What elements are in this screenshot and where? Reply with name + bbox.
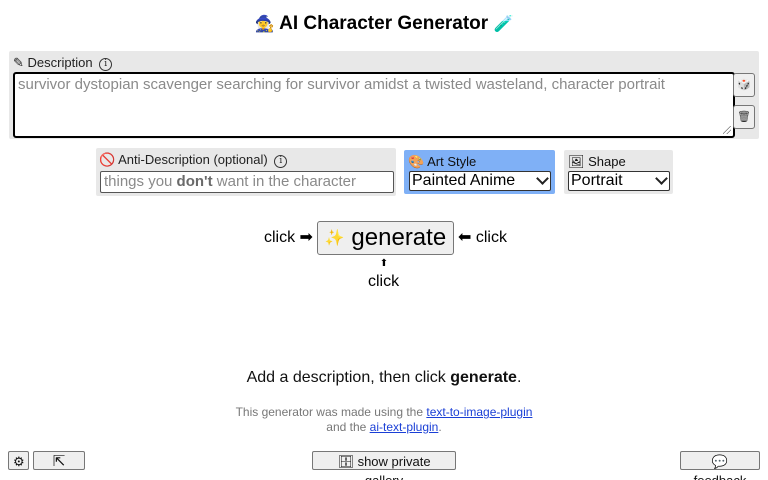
- flask-icon: 🧪: [493, 16, 514, 33]
- no-entry-icon: 🚫: [99, 152, 116, 167]
- chevron-down-icon: [655, 172, 668, 185]
- page-title: 🧙‍♀ AI Character Generator 🧪: [0, 12, 768, 37]
- art-style-label: 🎨 Art Style: [408, 154, 476, 170]
- feedback-button-label: feedback: [694, 473, 747, 480]
- credits-line-2-end: .: [438, 420, 442, 434]
- generate-button[interactable]: ✨ generate: [317, 221, 454, 255]
- ai-text-plugin-link[interactable]: ai-text-plugin: [370, 420, 439, 434]
- shape-panel: 🖼 Shape Portrait: [564, 150, 673, 194]
- credits-line-2: and the ai-text-plugin.: [0, 420, 768, 435]
- gear-icon: ⚙: [13, 454, 25, 469]
- show-private-gallery-button[interactable]: 🗄 show private gallery: [312, 451, 456, 480]
- click-hint-below: click: [368, 273, 400, 290]
- text-to-image-plugin-link[interactable]: text-to-image-plugin: [426, 405, 532, 419]
- randomize-description-button[interactable]: 🎲: [733, 73, 755, 97]
- page-title-text: AI Character Generator: [279, 13, 489, 34]
- anti-placeholder-bold: don't: [176, 173, 213, 190]
- anti-description-panel: 🚫 Anti-Description (optional) i things y…: [96, 148, 396, 196]
- description-label: ✎ Description i: [13, 55, 113, 71]
- art-style-label-text: Art Style: [427, 154, 477, 169]
- art-style-select[interactable]: Painted Anime: [409, 171, 551, 191]
- info-icon[interactable]: i: [274, 155, 288, 168]
- feedback-button[interactable]: 💬 feedback: [680, 451, 760, 480]
- palette-icon: 🎨: [408, 154, 425, 169]
- anti-description-label: 🚫 Anti-Description (optional) i: [99, 152, 288, 168]
- description-label-text: Description: [27, 55, 93, 70]
- anti-description-label-text: Anti-Description (optional): [118, 152, 268, 167]
- trash-icon: 🗑: [737, 111, 751, 123]
- credits-line-1-text: This generator was made using the: [235, 405, 427, 419]
- click-hint-left: click ➡: [264, 229, 313, 246]
- credits: This generator was made using the text-t…: [0, 405, 768, 435]
- anti-description-input[interactable]: things you don't want in the character: [100, 171, 394, 193]
- dice-icon: 🎲: [737, 79, 751, 91]
- description-panel: ✎ Description i survivor dystopian scave…: [9, 51, 759, 139]
- clear-description-button[interactable]: 🗑: [733, 105, 755, 129]
- generate-button-label: generate: [351, 224, 447, 251]
- credits-line-1: This generator was made using the text-t…: [0, 405, 768, 420]
- shape-selected: Portrait: [571, 172, 623, 189]
- hint-post: .: [516, 369, 522, 386]
- collapse-button[interactable]: ⇱: [33, 451, 85, 470]
- hint-pre: Add a description, then click: [246, 369, 451, 386]
- art-style-selected: Painted Anime: [412, 172, 516, 189]
- shape-label: 🖼 Shape: [568, 154, 626, 170]
- sparkle-icon: ✨: [324, 230, 345, 247]
- description-text: survivor dystopian scavenger searching f…: [18, 76, 665, 93]
- gallery-button-label: show private gallery: [357, 454, 431, 480]
- page: 🧙‍♀ AI Character Generator 🧪 ✎ Descripti…: [0, 0, 768, 480]
- settings-button[interactable]: ⚙: [8, 451, 29, 470]
- description-textarea[interactable]: survivor dystopian scavenger searching f…: [13, 72, 735, 138]
- pencil-icon: ✎: [13, 55, 24, 70]
- instruction-hint: Add a description, then click generate.: [0, 369, 768, 387]
- speech-bubble-icon: 💬: [711, 454, 729, 469]
- arrow-up-icon: ⬆: [379, 258, 389, 269]
- anti-placeholder-pre: things you: [104, 173, 177, 190]
- click-hint-right: ⬅ click: [458, 229, 507, 246]
- resize-grip-icon[interactable]: [723, 126, 731, 134]
- credits-line-2-text: and the: [326, 420, 370, 434]
- shape-select[interactable]: Portrait: [568, 171, 670, 191]
- art-style-panel: 🎨 Art Style Painted Anime: [404, 150, 555, 194]
- anti-placeholder-post: want in the character: [212, 173, 357, 190]
- chevron-down-icon: [536, 172, 549, 185]
- mage-icon: 🧙‍♀: [254, 16, 275, 33]
- arrow-up-left-icon: ⇱: [52, 453, 66, 470]
- info-icon[interactable]: i: [99, 58, 113, 71]
- gallery-icon: 🗄: [337, 454, 354, 469]
- frame-icon: 🖼: [568, 154, 585, 169]
- hint-bold: generate: [450, 369, 517, 386]
- shape-label-text: Shape: [588, 154, 626, 169]
